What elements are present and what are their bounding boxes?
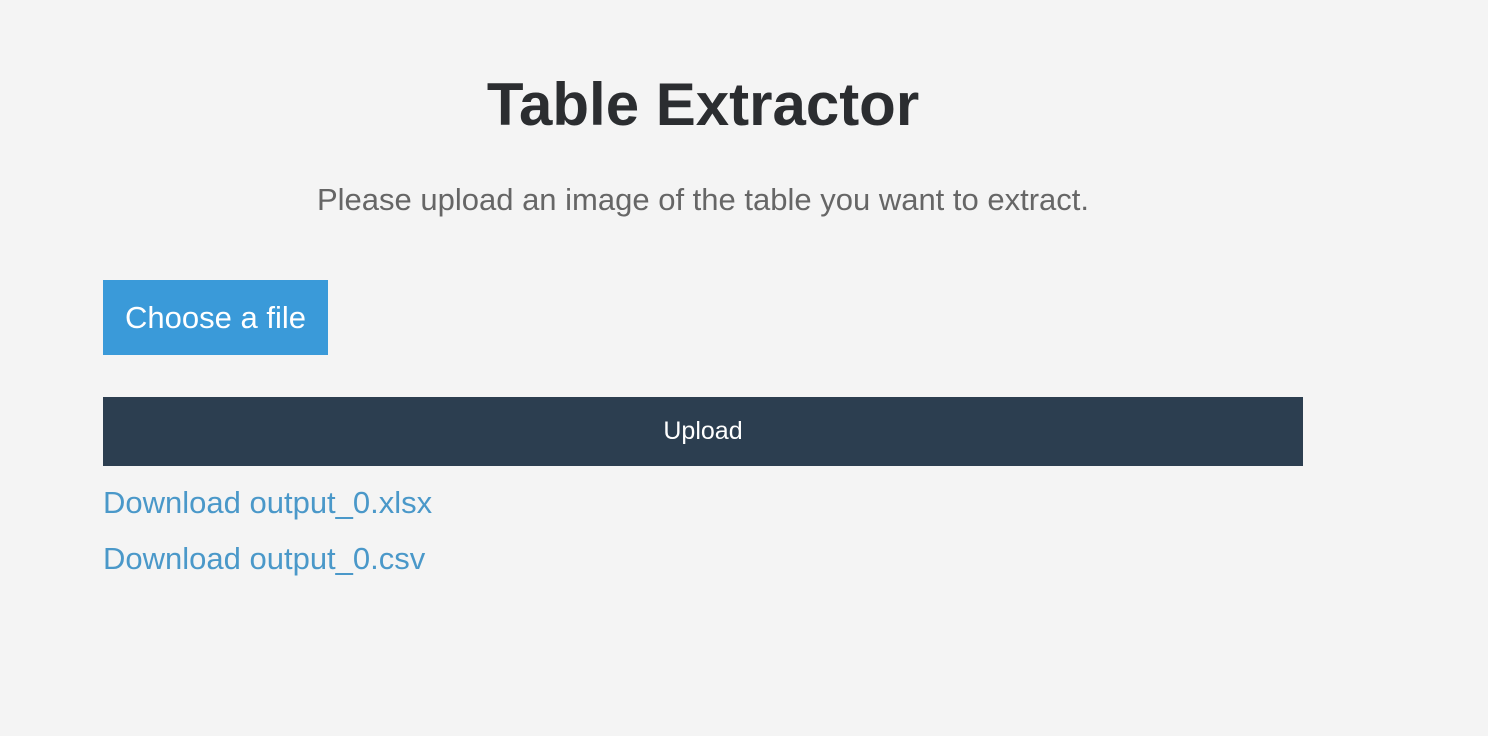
choose-file-button[interactable]: Choose a file — [103, 280, 328, 355]
download-csv-link[interactable]: Download output_0.csv — [103, 541, 425, 577]
page-subtitle: Please upload an image of the table you … — [316, 182, 1090, 217]
page-title: Table Extractor — [486, 71, 920, 138]
download-xlsx-link[interactable]: Download output_0.xlsx — [103, 485, 432, 521]
upload-button[interactable]: Upload — [103, 397, 1303, 466]
page: Table Extractor Please upload an image o… — [0, 0, 1488, 736]
